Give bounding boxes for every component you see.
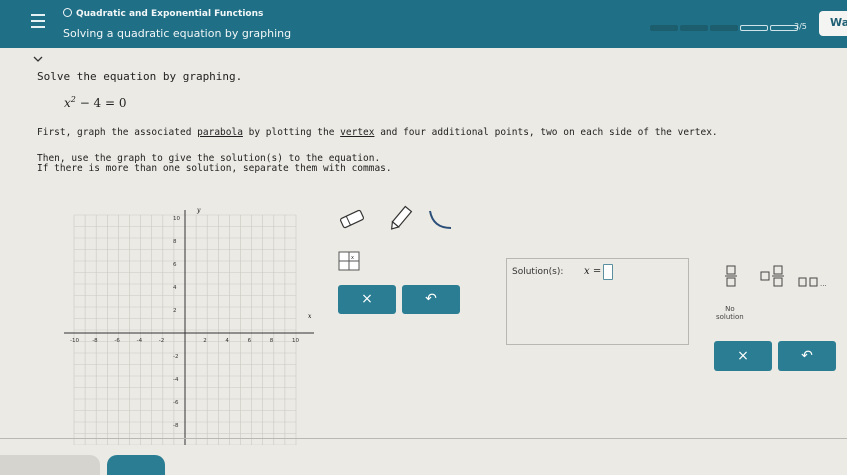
progress-segment	[740, 25, 768, 31]
progress-segment	[680, 25, 708, 31]
solution-label: Solution(s):	[512, 267, 564, 277]
footer-button[interactable]	[107, 455, 165, 475]
x-tick-label: -10	[70, 338, 79, 344]
no-solution-button[interactable]: No solution	[716, 305, 744, 321]
instruction-line-3: If there is more than one solution, sepa…	[37, 163, 392, 174]
x-tick-label: 8	[270, 338, 274, 344]
progress-segment	[710, 25, 738, 31]
y-tick-label: -6	[173, 400, 179, 406]
eraser-icon[interactable]	[337, 208, 367, 230]
vertex-link[interactable]: vertex	[340, 127, 374, 138]
chevron-down-icon[interactable]	[33, 56, 43, 62]
footer-tab[interactable]	[0, 455, 100, 475]
x-tick-label: -8	[92, 338, 98, 344]
equation: x2 − 4 = 0	[64, 95, 127, 110]
function-table-icon[interactable]: x	[338, 251, 360, 271]
y-tick-label: -4	[173, 377, 179, 383]
y-tick-label: 10	[173, 216, 180, 222]
curve-tool-icon[interactable]	[427, 208, 455, 232]
divider	[0, 438, 847, 439]
x-tick-label: -4	[137, 338, 143, 344]
y-tick-label: -2	[173, 354, 178, 360]
graph-undo-button[interactable]: ↶	[402, 285, 460, 314]
comma-list-icon[interactable]: ...	[798, 276, 832, 288]
side-button[interactable]: Wa	[819, 11, 847, 36]
svg-text:x: x	[351, 255, 354, 261]
instruction-line-1: First, graph the associated parabola by …	[37, 127, 718, 138]
y-tick-label: 2	[173, 308, 177, 314]
parabola-link[interactable]: parabola	[197, 127, 243, 138]
problem-prompt: Solve the equation by graphing.	[37, 70, 243, 83]
progress-segment	[650, 25, 678, 31]
progress-bar	[650, 25, 798, 31]
solution-variable: x =	[584, 266, 602, 277]
x-tick-label: 6	[248, 338, 252, 344]
answer-clear-button[interactable]: ×	[714, 341, 772, 371]
topic-title: Solving a quadratic equation by graphing	[63, 27, 292, 40]
menu-icon[interactable]	[31, 14, 45, 32]
x-tick-label: 4	[225, 338, 229, 344]
pencil-icon[interactable]	[387, 204, 413, 234]
circle-icon	[63, 8, 72, 17]
x-axis-label: x	[308, 313, 312, 320]
top-bar: Quadratic and Exponential Functions Solv…	[0, 0, 847, 48]
x-tick-label: 10	[292, 338, 299, 344]
y-tick-label: 8	[173, 239, 177, 245]
y-tick-label: -8	[173, 423, 179, 429]
y-tick-label: 4	[173, 285, 177, 291]
y-tick-label: 6	[173, 262, 177, 268]
coordinate-graph[interactable]: -10-8-6-4-2246810 108642-2-4-6-8-10 x y	[64, 200, 314, 445]
x-tick-label: -2	[159, 338, 164, 344]
y-axis-label: y	[196, 207, 201, 214]
graph-clear-button[interactable]: ×	[338, 285, 396, 314]
fraction-icon[interactable]	[724, 265, 738, 287]
x-tick-label: 2	[203, 338, 207, 344]
svg-text:...: ...	[820, 280, 827, 288]
progress-text: 3/5	[794, 22, 807, 31]
x-tick-label: -6	[114, 338, 120, 344]
course-title: Quadratic and Exponential Functions	[63, 8, 263, 19]
answer-undo-button[interactable]: ↶	[778, 341, 836, 371]
mixed-number-icon[interactable]	[760, 265, 786, 287]
solution-input[interactable]	[603, 264, 613, 280]
